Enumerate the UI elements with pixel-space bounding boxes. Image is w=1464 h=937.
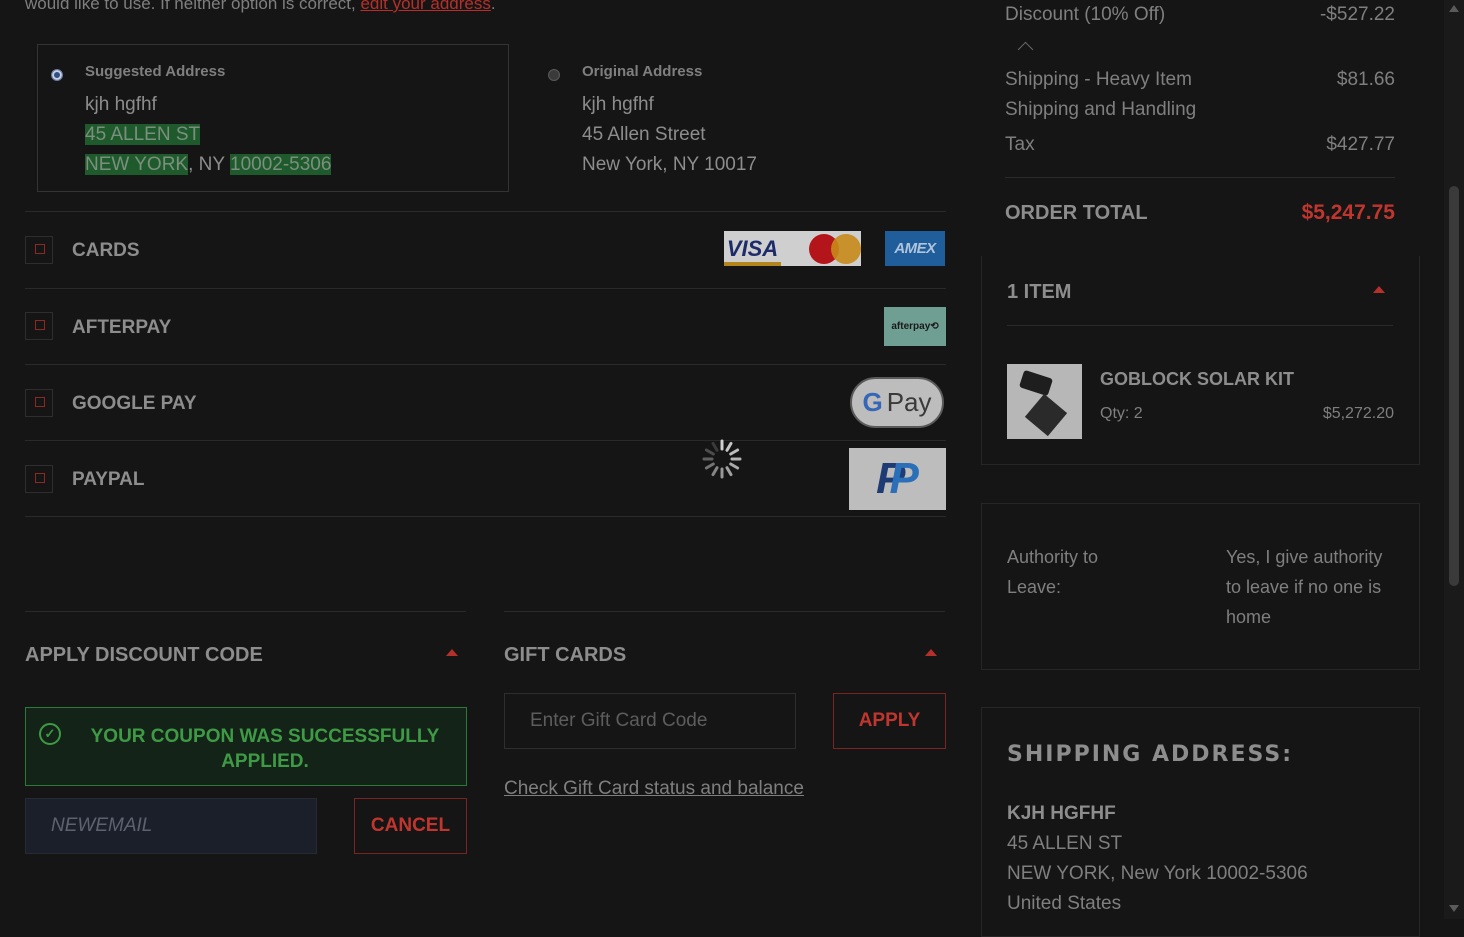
suggested-address-zip: 10002-5306	[230, 154, 332, 175]
paypal-logo: PP	[849, 448, 946, 510]
discount-label: Discount (10% Off)	[1005, 4, 1166, 25]
payment-option-cards[interactable]: CARDS	[72, 240, 140, 262]
payment-option-afterpay[interactable]: AFTERPAY	[72, 317, 171, 339]
divider	[25, 440, 946, 441]
google-pay-logo: G Pay	[850, 377, 944, 428]
divider	[25, 364, 946, 365]
cancel-discount-button[interactable]: CANCEL	[354, 798, 467, 854]
suggested-address-street: 45 ALLEN ST	[85, 124, 201, 145]
payment-option-google-pay[interactable]: GOOGLE PAY	[72, 393, 197, 415]
amex-logo: AMEX	[885, 231, 945, 266]
google-pay-checkbox[interactable]	[25, 389, 53, 417]
afterpay-checkbox[interactable]	[25, 312, 53, 340]
divider	[1005, 177, 1395, 178]
google-pay-text: Pay	[886, 387, 932, 417]
shipping-address-title: SHIPPING ADDRESS:	[1007, 742, 1294, 767]
divider	[25, 211, 946, 212]
payment-option-paypal[interactable]: PAYPAL	[72, 469, 145, 491]
scroll-up-arrow-icon[interactable]	[1449, 5, 1459, 12]
authority-label: Authority to Leave:	[1007, 547, 1099, 597]
address-note-end: .	[490, 0, 496, 13]
items-header[interactable]: 1 ITEM	[1007, 281, 1071, 304]
chevron-up-icon[interactable]	[1017, 41, 1034, 58]
google-g-icon: G	[862, 387, 883, 417]
shipping-city: NEW YORK, New York 10002-5306	[1007, 863, 1308, 884]
suggested-address-city: NEW YORK	[85, 154, 189, 175]
check-gift-card-link[interactable]: Check Gift Card status and balance	[504, 778, 804, 800]
address-note: would like to use. If neither option is …	[25, 0, 496, 14]
address-note-text: would like to use. If neither option is …	[25, 0, 361, 13]
divider	[1007, 325, 1393, 326]
shipping-country: United States	[1007, 893, 1122, 914]
paypal-checkbox[interactable]	[25, 465, 53, 493]
product-thumbnail[interactable]	[1007, 364, 1082, 439]
cards-checkbox[interactable]	[25, 236, 53, 264]
suggested-address-street-line: 45 ALLEN ST	[85, 120, 201, 150]
shipping-label: Shipping - Heavy Item	[1005, 69, 1192, 90]
item-name[interactable]: GOBLOCK SOLAR KIT	[1100, 369, 1294, 390]
authority-value: Yes, I give authority to leave if no one…	[1226, 547, 1383, 627]
loading-spinner-icon	[702, 439, 742, 479]
original-address-radio[interactable]	[548, 69, 560, 81]
shipping-sub-label: Shipping and Handling	[1005, 99, 1197, 120]
divider	[25, 516, 946, 517]
original-address-name: kjh hgfhf	[582, 94, 654, 115]
scroll-down-arrow-icon[interactable]	[1449, 905, 1459, 912]
tax-label: Tax	[1005, 134, 1035, 155]
discount-value: -$527.22	[1319, 4, 1395, 25]
coupon-success-message: YOUR COUPON WAS SUCCESSFULLY APPLIED.	[90, 726, 440, 772]
scrollbar-thumb[interactable]	[1449, 186, 1459, 586]
divider	[25, 611, 466, 612]
afterpay-logo: afterpay⟲	[884, 307, 946, 346]
discount-code-input[interactable]: NEWEMAIL	[25, 798, 317, 854]
suggested-address-city-line: NEW YORK, NY 10002-5306	[85, 150, 332, 180]
suggested-address-radio[interactable]	[51, 69, 63, 81]
discount-section-title[interactable]: APPLY DISCOUNT CODE	[25, 644, 263, 667]
item-qty: Qty: 2	[1100, 405, 1143, 422]
success-check-icon: ✓	[39, 723, 61, 745]
original-address-heading: Original Address	[582, 63, 703, 80]
shipping-street: 45 ALLEN ST	[1007, 833, 1123, 854]
suggested-address-name: kjh hgfhf	[85, 94, 157, 115]
apply-gift-card-button[interactable]: APPLY	[833, 693, 946, 749]
discount-collapse-icon[interactable]	[446, 649, 458, 656]
order-total-value: $5,247.75	[1301, 201, 1395, 224]
divider	[504, 611, 945, 612]
edit-address-link[interactable]: edit your address	[360, 0, 490, 13]
visa-logo: VISA	[724, 231, 781, 266]
visa-logo-stripe	[724, 262, 781, 266]
mastercard-logo	[781, 231, 861, 266]
divider	[25, 288, 946, 289]
item-price: $5,272.20	[1322, 405, 1394, 422]
gift-cards-section-title[interactable]: GIFT CARDS	[504, 644, 626, 667]
gift-card-input[interactable]: Enter Gift Card Code	[504, 693, 796, 749]
order-total-label: ORDER TOTAL	[1005, 202, 1148, 224]
shipping-value: $81.66	[1336, 69, 1395, 90]
suggested-address-state: , NY	[188, 154, 230, 175]
suggested-address-heading: Suggested Address	[85, 63, 226, 80]
original-address-city: New York, NY 10017	[582, 154, 757, 175]
gift-cards-collapse-icon[interactable]	[925, 649, 937, 656]
shipping-name: KJH HGFHF	[1007, 803, 1116, 824]
items-collapse-icon[interactable]	[1373, 286, 1385, 293]
paypal-p-light: P	[889, 454, 919, 503]
original-address-street: 45 Allen Street	[582, 124, 706, 145]
tax-value: $427.77	[1326, 134, 1395, 155]
